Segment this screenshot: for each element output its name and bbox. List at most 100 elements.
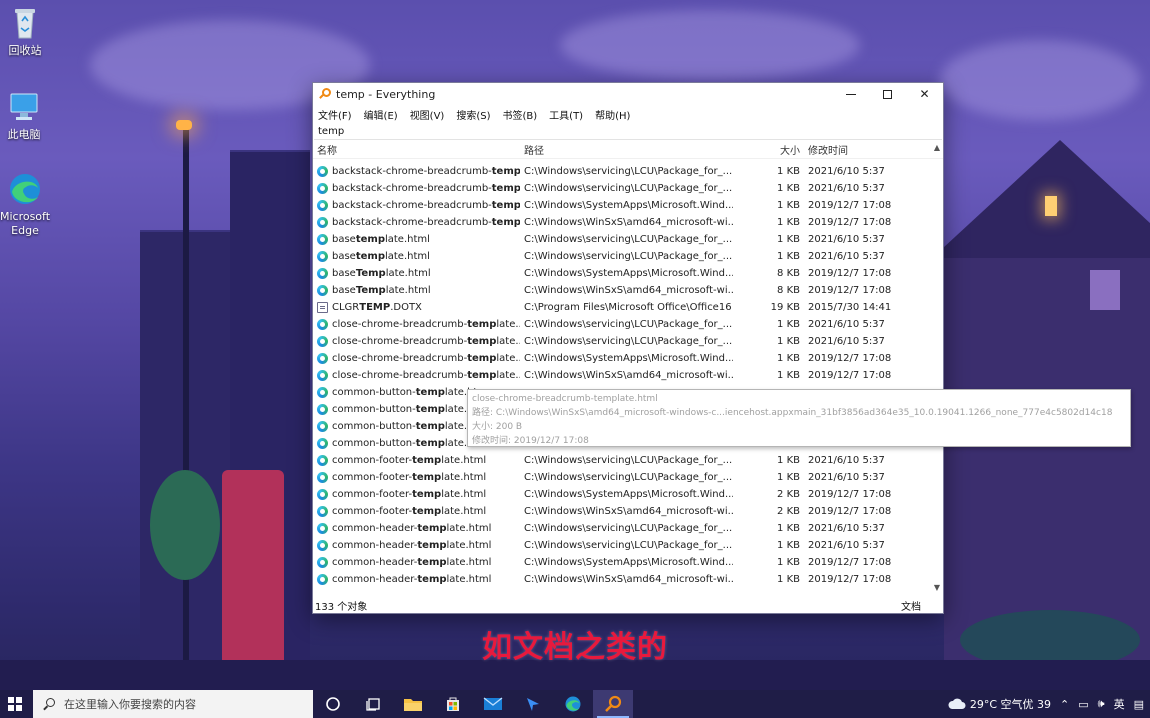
taskbar-task-view[interactable] [353,690,393,718]
taskbar-search-placeholder: 在这里输入你要搜索的内容 [64,698,196,711]
volume-icon[interactable]: 🕪 [1098,697,1105,711]
table-row[interactable]: common-header-template.html C:\Windows\Sy… [313,554,933,571]
tooltip-size: 大小: 200 B [472,422,523,432]
taskbar-edge[interactable] [553,690,593,718]
file-name: common-button-template.ht [332,421,477,432]
table-row[interactable]: common-footer-template.html C:\Windows\Sy… [313,486,933,503]
table-row[interactable]: baseTemplate.html C:\Windows\SystemApps\M… [313,265,933,282]
file-name-prefix: common-header- [332,540,418,551]
menu-tools[interactable]: 工具(T) [549,107,583,122]
row-name-cell: close-chrome-breadcrumb-template.... [313,370,520,381]
table-row[interactable]: backstack-chrome-breadcrumb-temp... C:\Wi… [313,214,933,231]
column-header-date[interactable]: 修改时间 [806,142,926,157]
everything-app-icon [319,88,331,100]
menu-view[interactable]: 视图(V) [410,107,445,122]
task-view-icon [366,698,380,711]
table-row[interactable]: common-header-template.html C:\Windows\se… [313,520,933,537]
column-header-name[interactable]: 名称 [313,142,520,157]
ime-indicator[interactable]: 英 [1114,696,1125,712]
file-explorer-icon [404,699,422,711]
menu-search[interactable]: 搜索(S) [456,107,490,122]
tooltip-name: close-chrome-breadcrumb-template.html [472,394,658,404]
close-button[interactable]: ✕ [906,83,943,105]
column-header-size[interactable]: 大小 [733,142,806,157]
taskbar-store[interactable] [433,690,473,718]
row-name-cell: common-footer-template.html [313,472,520,483]
network-icon[interactable]: ▭ [1078,698,1088,711]
menu-bookmarks[interactable]: 书签(B) [503,107,538,122]
row-size-cell: 1 KB [777,183,800,194]
table-row[interactable]: common-footer-template.html C:\Windows\Wi… [313,503,933,520]
table-row[interactable]: backstack-chrome-breadcrumb-temp... C:\Wi… [313,197,933,214]
wallpaper-lit-window [1090,270,1120,310]
table-row[interactable]: common-footer-template.html C:\Windows\se… [313,452,933,469]
weather-text[interactable]: 29°C 空气优 39 [970,696,1051,712]
row-path-cell: C:\Windows\servicing\LCU\Package_for_... [524,234,733,245]
row-date-cell: 2019/12/7 17:08 [808,217,892,228]
menu-edit[interactable]: 编辑(E) [364,107,398,122]
result-count: 133 个对象 [315,601,368,613]
taskbar-mail[interactable] [473,690,513,718]
desktop-icon-recycle-bin[interactable]: 回收站 [0,6,55,58]
row-path-cell: C:\Windows\servicing\LCU\Package_for_... [524,251,733,262]
file-name-match: temp [412,472,442,483]
desktop-icon-edge[interactable]: Microsoft Edge [0,172,55,238]
column-header-path[interactable]: 路径 [520,142,733,157]
edge-html-icon [317,506,328,517]
table-row[interactable]: common-header-template.html C:\Windows\se… [313,537,933,554]
table-row[interactable]: close-chrome-breadcrumb-template.... C:\W… [313,367,933,384]
minimize-button[interactable] [832,83,869,105]
taskbar-search-box[interactable]: 在这里输入你要搜索的内容 [33,690,313,718]
row-size-cell: 2 KB [777,489,800,500]
file-name-match: temp [491,217,520,228]
file-name-prefix: base [332,234,356,245]
row-size-cell: 8 KB [777,285,800,296]
table-row[interactable]: common-header-template.html C:\Windows\Wi… [313,571,933,588]
taskbar-cortana[interactable] [313,690,353,718]
desktop-icon-this-pc[interactable]: 此电脑 [0,90,54,142]
row-path-cell: C:\Windows\SystemApps\Microsoft.Wind... [524,489,733,500]
taskbar-feishu[interactable] [513,690,553,718]
scroll-down-arrow[interactable]: ▼ [934,583,940,592]
file-name: common-footer-template.html [332,506,486,517]
table-row[interactable]: backstack-chrome-breadcrumb-temp... C:\Wi… [313,180,933,197]
row-date-cell: 2019/12/7 17:08 [808,557,892,568]
chevron-up-icon[interactable]: ⌃ [1060,698,1069,711]
file-name-suffix: late.html [441,455,487,466]
table-row[interactable]: baseTemplate.html C:\Windows\WinSxS\amd64… [313,282,933,299]
table-row[interactable]: close-chrome-breadcrumb-template.... C:\W… [313,350,933,367]
title-bar[interactable]: temp - Everything ✕ [313,83,943,105]
search-input[interactable]: temp [314,123,942,140]
file-name: common-button-template.ht [332,404,477,415]
row-name-cell: basetemplate.html [313,234,520,245]
table-row[interactable]: close-chrome-breadcrumb-template.... C:\W… [313,316,933,333]
file-name-match: temp [417,540,447,551]
row-date-cell: 2019/12/7 17:08 [808,285,892,296]
weather-cloud-icon [948,698,966,709]
taskbar-everything[interactable] [593,690,633,718]
row-size-cell: 19 KB [770,302,800,313]
file-name-match: temp [491,166,520,177]
minimize-icon [845,93,856,95]
row-name-cell: backstack-chrome-breadcrumb-temp... [313,166,520,177]
taskbar-file-explorer[interactable] [393,690,433,718]
file-name: common-footer-template.html [332,455,486,466]
file-name: basetemplate.html [332,234,430,245]
table-row[interactable]: common-footer-template.html C:\Windows\se… [313,469,933,486]
maximize-button[interactable] [869,83,906,105]
table-row[interactable]: backstack-chrome-breadcrumb-temp... C:\Wi… [313,163,933,180]
table-row[interactable]: basetemplate.html C:\Windows\servicing\LC… [313,231,933,248]
start-button[interactable] [0,690,30,718]
table-row[interactable]: basetemplate.html C:\Windows\servicing\LC… [313,248,933,265]
menu-file[interactable]: 文件(F) [318,107,352,122]
menu-help[interactable]: 帮助(H) [595,107,630,122]
file-name-suffix: late.html [384,251,430,262]
row-date-cell: 2019/12/7 17:08 [808,353,892,364]
notification-icon[interactable]: ▤ [1134,698,1144,711]
wallpaper-lit-window [1045,196,1057,216]
wallpaper-tree [150,470,220,580]
scroll-up-arrow[interactable]: ▲ [934,143,940,152]
file-name: close-chrome-breadcrumb-template.... [332,336,520,347]
table-row[interactable]: close-chrome-breadcrumb-template.... C:\W… [313,333,933,350]
table-row[interactable]: CLGRTEMP.DOTX C:\Program Files\Microsoft … [313,299,933,316]
